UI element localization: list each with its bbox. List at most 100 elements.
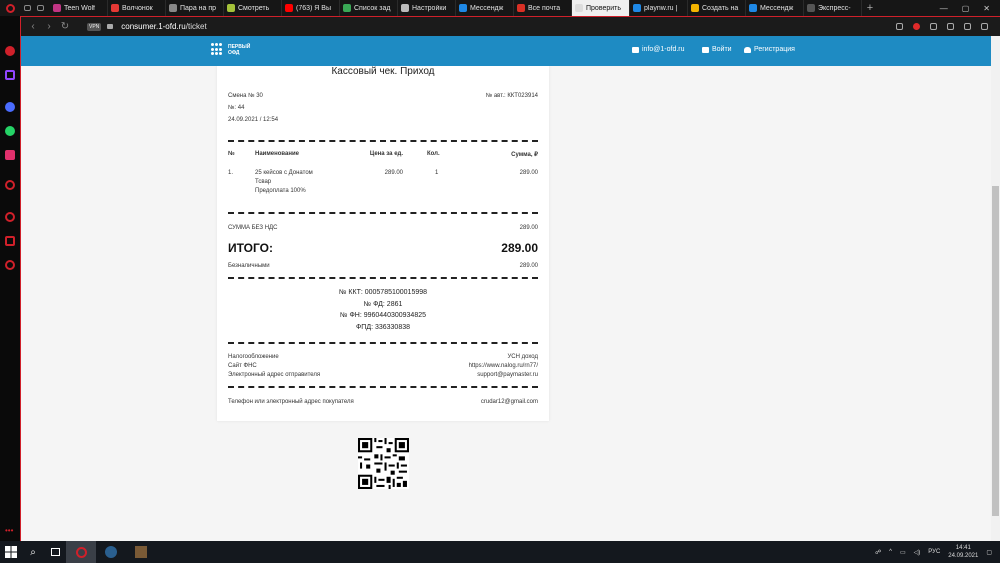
- minimize-button[interactable]: —: [940, 4, 948, 13]
- tab-label: (763) Я Вы: [296, 4, 331, 12]
- page-scrollbar[interactable]: [991, 36, 1000, 541]
- tab-favicon-icon: [169, 4, 177, 12]
- menu-icon[interactable]: [981, 23, 988, 30]
- fd-number: № ФД: 2861: [363, 301, 403, 308]
- whatsapp-icon[interactable]: [5, 126, 15, 136]
- twitch-icon[interactable]: [5, 70, 15, 80]
- speed-dial-icon[interactable]: [5, 46, 15, 56]
- col-price: Цена за ед.: [369, 151, 403, 157]
- tab-favicon-icon: [227, 4, 235, 12]
- more-icon[interactable]: •••: [5, 526, 15, 536]
- volume-icon[interactable]: ◁): [914, 549, 921, 556]
- browser-sidebar: •••: [0, 16, 21, 541]
- url-field[interactable]: consumer.1-ofd.ru/ticket: [121, 22, 206, 31]
- browser-tab[interactable]: (763) Я Вы: [282, 0, 340, 16]
- logo-dots-icon: [211, 43, 224, 56]
- logo-line1: ПЕРВЫЙ: [228, 43, 251, 50]
- tab-label: Teen Wolf: [64, 4, 95, 12]
- close-window-button[interactable]: ✕: [983, 4, 990, 13]
- tab-list-icon[interactable]: [24, 5, 31, 11]
- instagram-icon[interactable]: [5, 150, 15, 160]
- new-tab-button[interactable]: +: [862, 2, 878, 14]
- minecraft-taskbar-button[interactable]: [126, 541, 156, 563]
- tab-favicon-icon: [749, 4, 757, 12]
- browser-tab[interactable]: Teen Wolf: [50, 0, 108, 16]
- browser-tab[interactable]: Волчонок: [108, 0, 166, 16]
- browser-tab[interactable]: Проверить: [572, 0, 630, 16]
- vpn-badge[interactable]: VPN: [87, 22, 102, 31]
- email-text: info@1-ofd.ru: [642, 46, 685, 53]
- tab-controls: [20, 0, 50, 16]
- buyer-label: Телефон или электронный адрес покупателя: [228, 399, 354, 405]
- total-label: ИТОГО:: [228, 241, 273, 255]
- extensions-icon[interactable]: [5, 236, 15, 246]
- browser-tab[interactable]: Настройки: [398, 0, 456, 16]
- search-icon: ⌕: [30, 546, 36, 558]
- heart-icon[interactable]: [947, 23, 954, 30]
- item-qty: 1: [435, 170, 439, 176]
- tax-value: УСН доход: [507, 354, 538, 360]
- receipt-card: Кассовый чек. Приход Смена № 30 № авт.: …: [217, 66, 549, 421]
- clock[interactable]: 14:41 24.09.2021: [948, 544, 978, 560]
- task-view-button[interactable]: [44, 541, 66, 563]
- camera-icon[interactable]: [896, 23, 903, 30]
- network-icon[interactable]: ▭: [900, 549, 906, 556]
- system-tray: ☍ ^ ▭ ◁) РУС 14:41 24.09.2021 ▢: [875, 544, 1000, 560]
- opera-menu-button[interactable]: [0, 0, 20, 16]
- send-icon[interactable]: [930, 23, 937, 30]
- browser-tab[interactable]: Экспресс-: [804, 0, 862, 16]
- browser-tab[interactable]: Смотреть: [224, 0, 282, 16]
- browser-tab-strip: Teen Wolf Волчонок Пара на пр Смотреть (763)…: [0, 0, 1000, 16]
- reload-button[interactable]: ↻: [57, 21, 73, 32]
- tab-label: Проверить: [586, 4, 622, 12]
- tab-favicon-icon: [53, 4, 61, 12]
- tab-favicon-icon: [111, 4, 119, 12]
- search-button[interactable]: ⌕: [22, 541, 44, 563]
- shift-number: Смена № 30: [228, 93, 263, 99]
- settings-gear-icon[interactable]: [5, 260, 15, 270]
- receipt-number: №: 44: [228, 105, 245, 111]
- notification-icon[interactable]: ▢: [986, 549, 992, 556]
- url-domain: consumer.1-ofd.ru: [121, 22, 186, 31]
- email-link[interactable]: info@1-ofd.ru: [632, 46, 685, 53]
- player-icon[interactable]: [5, 180, 15, 190]
- register-link[interactable]: Регистрация: [744, 46, 795, 53]
- download-icon[interactable]: [964, 23, 971, 30]
- forward-button[interactable]: ›: [41, 21, 57, 32]
- browser-tab[interactable]: Мессендж: [456, 0, 514, 16]
- back-button[interactable]: ‹: [25, 21, 41, 32]
- maximize-button[interactable]: ▢: [962, 4, 970, 13]
- lock-icon[interactable]: [107, 24, 114, 29]
- people-icon[interactable]: ☍: [875, 549, 881, 556]
- tab-label: Список зад: [354, 4, 391, 12]
- browser-tab[interactable]: Список зад: [340, 0, 398, 16]
- tab-label: Настройки: [412, 4, 447, 12]
- tab-favicon-icon: [401, 4, 409, 12]
- login-link[interactable]: Войти: [702, 46, 732, 53]
- adblock-icon[interactable]: [913, 23, 920, 30]
- browser-tab[interactable]: Создать на: [688, 0, 746, 16]
- history-icon[interactable]: [5, 212, 15, 222]
- steam-taskbar-button[interactable]: [96, 541, 126, 563]
- tab-snap-icon[interactable]: [37, 5, 44, 11]
- col-qty: Кол.: [427, 151, 440, 157]
- tray-chevron-icon[interactable]: ^: [889, 549, 892, 555]
- browser-tab[interactable]: playnw.ru |: [630, 0, 688, 16]
- login-text: Войти: [712, 46, 732, 53]
- fns-value[interactable]: https://www.nalog.ru/rn77/: [469, 363, 538, 369]
- browser-tab[interactable]: Все почта: [514, 0, 572, 16]
- divider: [228, 386, 538, 388]
- item-payment: Предоплата 100%: [255, 188, 306, 194]
- tab-label: Создать на: [702, 4, 739, 12]
- receipt-datetime: 24.09.2021 / 12:54: [228, 117, 279, 123]
- messenger-icon[interactable]: [5, 102, 15, 112]
- tab-label: Мессендж: [760, 4, 794, 12]
- input-language[interactable]: РУС: [928, 549, 940, 555]
- site-logo[interactable]: ПЕРВЫЙ ОФД: [211, 43, 250, 56]
- steam-icon: [105, 546, 117, 558]
- start-button[interactable]: [0, 541, 22, 563]
- opera-taskbar-button[interactable]: [66, 541, 96, 563]
- browser-tab[interactable]: Мессендж: [746, 0, 804, 16]
- browser-tab[interactable]: Пара на пр: [166, 0, 224, 16]
- scrollbar-thumb[interactable]: [992, 186, 999, 516]
